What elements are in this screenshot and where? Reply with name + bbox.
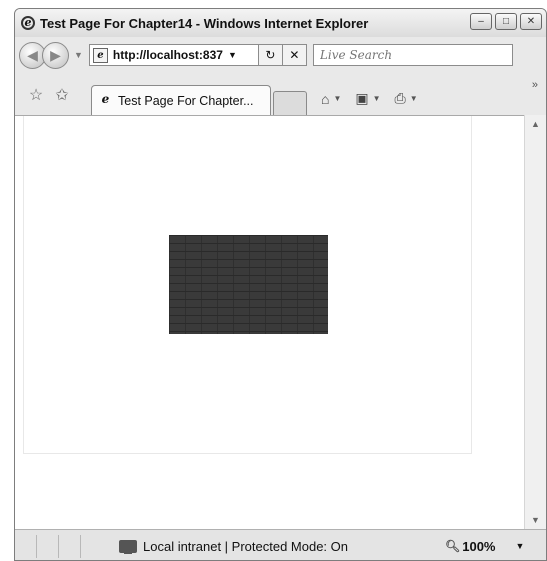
refresh-icon: ↻: [265, 48, 276, 62]
stop-icon: ✕: [289, 48, 300, 62]
page-content: [15, 115, 526, 529]
status-segment: [37, 534, 59, 558]
address-dropdown-icon[interactable]: ▼: [228, 50, 237, 60]
address-bar[interactable]: e http://localhost:837 ▼: [88, 44, 259, 66]
address-text[interactable]: http://localhost:837: [113, 48, 223, 62]
ie-page-icon: e: [101, 92, 110, 106]
intranet-icon: [119, 539, 137, 554]
vertical-scrollbar[interactable]: ▲ ▼: [524, 115, 546, 529]
window-controls: – □ ✕: [470, 13, 542, 30]
ie-logo-icon: e: [21, 16, 35, 30]
zoom-dropdown-icon[interactable]: ▼: [515, 541, 524, 551]
zoom-magnifier-icon: 🔍︎: [445, 539, 461, 553]
feeds-dropdown-icon[interactable]: ▼: [373, 94, 381, 103]
recent-pages-dropdown-icon[interactable]: ▼: [74, 50, 83, 60]
home-icon[interactable]: ⌂: [321, 91, 329, 107]
scroll-up-icon[interactable]: ▲: [525, 119, 546, 129]
status-segment: [59, 534, 81, 558]
tab-label: Test Page For Chapter...: [118, 93, 254, 108]
home-dropdown-icon[interactable]: ▼: [333, 94, 341, 103]
scroll-down-icon[interactable]: ▼: [525, 515, 546, 525]
search-input[interactable]: [312, 44, 513, 66]
feeds-icon[interactable]: ▣: [355, 90, 368, 107]
favorites-star-icon[interactable]: ☆: [23, 85, 49, 105]
forward-arrow-icon: ▶: [50, 46, 61, 63]
minimize-button[interactable]: –: [470, 13, 492, 30]
page-canvas: [23, 116, 472, 454]
brick-image: [169, 235, 328, 334]
navigation-bar: ◀ ▶ ▼ e http://localhost:837 ▼ ↻ ✕: [15, 37, 546, 73]
tab-bar: ☆ ✩ e Test Page For Chapter... ⌂ ▼ ▣ ▼ ⎙ ▼ …: [15, 73, 546, 115]
new-tab-button[interactable]: [273, 91, 307, 115]
page-icon: e: [92, 47, 108, 63]
zoom-control[interactable]: 🔍︎ 100% ▼: [445, 539, 524, 554]
add-favorites-star-icon[interactable]: ✩: [49, 85, 75, 105]
back-arrow-icon: ◀: [27, 46, 38, 63]
browser-window: e Test Page For Chapter14 - Windows Inte…: [14, 8, 547, 561]
maximize-button[interactable]: □: [495, 13, 517, 30]
status-segment: [15, 534, 37, 558]
print-icon[interactable]: ⎙: [395, 90, 406, 107]
stop-button[interactable]: ✕: [282, 44, 307, 66]
refresh-button[interactable]: ↻: [258, 44, 283, 66]
command-bar: ⌂ ▼ ▣ ▼ ⎙ ▼: [321, 90, 428, 107]
status-bar: Local intranet | Protected Mode: On 🔍︎ 1…: [15, 529, 546, 560]
title-bar: e Test Page For Chapter14 - Windows Inte…: [15, 9, 546, 37]
window-title: Test Page For Chapter14 - Windows Intern…: [40, 15, 369, 31]
more-commands-icon[interactable]: »: [532, 79, 538, 91]
forward-button[interactable]: ▶: [42, 41, 69, 69]
security-zone[interactable]: Local intranet | Protected Mode: On: [119, 539, 429, 554]
tab-test-page[interactable]: e Test Page For Chapter...: [91, 85, 271, 115]
zoom-level: 100%: [462, 538, 496, 554]
print-dropdown-icon[interactable]: ▼: [410, 94, 418, 103]
zone-label: Local intranet | Protected Mode: On: [143, 538, 348, 554]
close-button[interactable]: ✕: [520, 13, 542, 30]
